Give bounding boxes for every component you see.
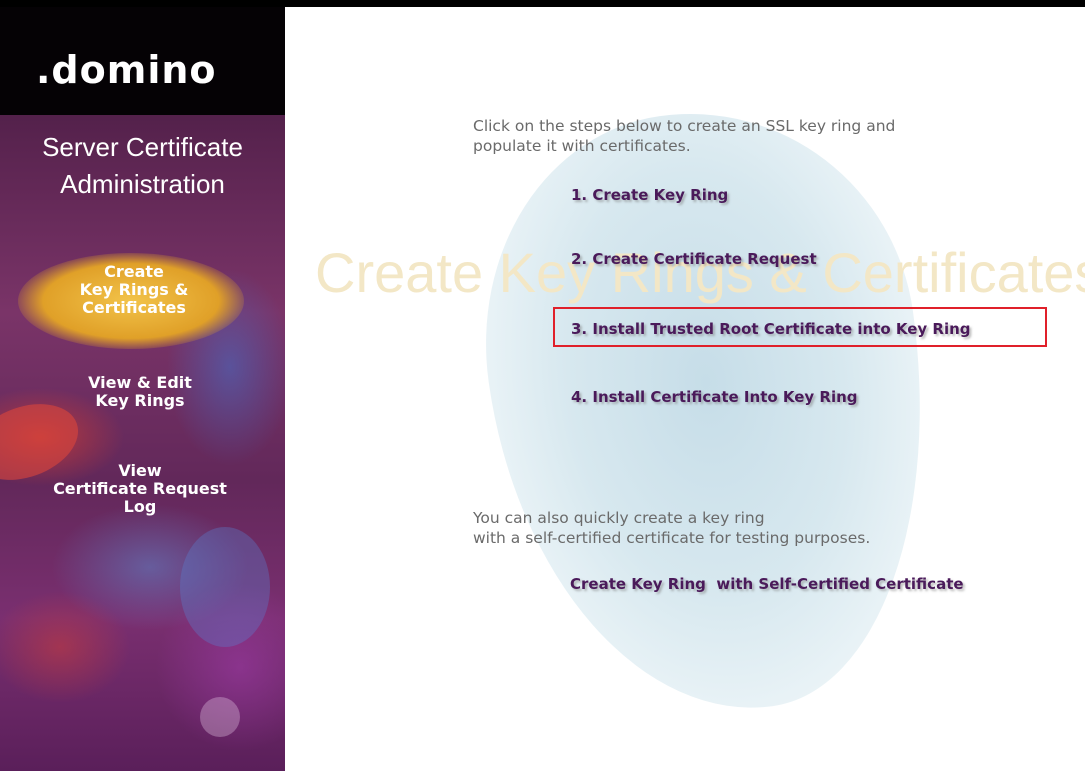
step-create-key-ring-link[interactable]: 1. Create Key Ring: [571, 185, 728, 205]
logo-band: .domino: [0, 7, 285, 115]
sidebar: .domino Server Certificate Administratio…: [0, 7, 285, 771]
top-border: [0, 0, 1085, 7]
app-title: Server Certificate Administration: [42, 132, 243, 199]
step-create-certificate-request-link[interactable]: 2. Create Certificate Request: [571, 249, 817, 269]
sidebar-decoration: [180, 527, 270, 647]
main-content: Create Key Rings & Certificates Click on…: [285, 7, 1085, 771]
nav-item-create-key-rings[interactable]: Create Key Rings & Certificates: [34, 263, 234, 317]
step-install-trusted-root-link[interactable]: 3. Install Trusted Root Certificate into…: [571, 319, 971, 339]
background-swirl: [455, 84, 965, 740]
domino-logo: .domino: [36, 48, 217, 92]
self-cert-description: You can also quickly create a key ring w…: [473, 509, 871, 547]
step-install-certificate-link[interactable]: 4. Install Certificate Into Key Ring: [571, 387, 858, 407]
nav-item-certificate-request-log[interactable]: View Certificate Request Log: [20, 462, 260, 516]
nav-item-view-edit-key-rings[interactable]: View & Edit Key Rings: [20, 374, 260, 410]
sidebar-decoration: [200, 697, 240, 737]
create-self-certified-key-ring-link[interactable]: Create Key Ring with Self-Certified Cert…: [570, 574, 964, 594]
intro-text: Click on the steps below to create an SS…: [473, 117, 896, 155]
